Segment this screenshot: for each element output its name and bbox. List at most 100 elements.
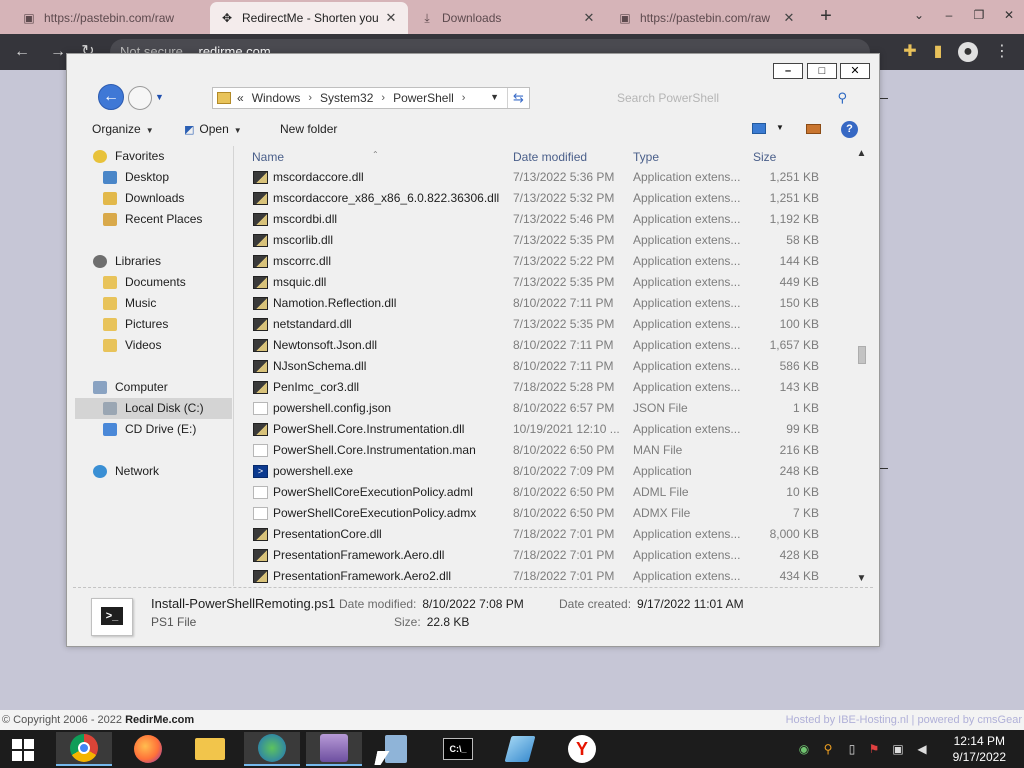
column-date-modified[interactable]: Date modified: [513, 150, 587, 164]
close-tab-icon[interactable]: ✕: [384, 10, 398, 26]
breadcrumb-system32[interactable]: System32: [320, 91, 373, 105]
file-row[interactable]: > powershell.exe 8/10/2022 7:09 PM Applicat…: [234, 461, 854, 482]
network-taskbar-button[interactable]: [244, 732, 300, 766]
file-row[interactable]: powershell.config.json 8/10/2022 6:57 PM J…: [234, 398, 854, 419]
address-history-dropdown[interactable]: ▼: [490, 92, 499, 102]
chevron-right-icon[interactable]: ›: [462, 92, 466, 104]
windows-start-icon[interactable]: [12, 739, 34, 761]
file-row[interactable]: PenImc_cor3.dll 7/18/2022 5:28 PM Applicat…: [234, 377, 854, 398]
column-name[interactable]: Name: [252, 150, 284, 164]
browser-minimize-button[interactable]: –: [934, 0, 964, 30]
nav-item-local-disk-c[interactable]: Local Disk (C:): [75, 398, 232, 419]
extensions-icon[interactable]: ✚: [900, 42, 920, 62]
breadcrumb-windows[interactable]: Windows: [252, 91, 301, 105]
file-row[interactable]: netstandard.dll 7/13/2022 5:35 PM Applicat…: [234, 314, 854, 335]
scroll-up-icon[interactable]: ▲: [853, 148, 870, 159]
browser-tab-pastebin-1[interactable]: ▣ https://pastebin.com/raw: [12, 2, 208, 34]
chevron-down-icon[interactable]: ▼: [776, 123, 784, 132]
hosted-by-link[interactable]: Hosted by IBE-Hosting.nl: [786, 714, 909, 726]
chrome-taskbar-button[interactable]: [56, 732, 112, 766]
file-row[interactable]: PowerShell.Core.Instrumentation.man 8/10/…: [234, 440, 854, 461]
command-prompt-taskbar-button[interactable]: C:\_: [430, 732, 486, 766]
column-type[interactable]: Type: [633, 150, 659, 164]
copyright-brand[interactable]: RedirMe.com: [125, 714, 194, 726]
forward-icon[interactable]: →: [48, 42, 68, 62]
breadcrumb-overflow[interactable]: «: [237, 91, 244, 105]
nav-item-libraries[interactable]: Libraries: [75, 251, 232, 272]
file-row[interactable]: mscorrc.dll 7/13/2022 5:22 PM Application …: [234, 251, 854, 272]
file-explorer-taskbar-button[interactable]: [182, 732, 238, 766]
scrollbar-thumb[interactable]: [858, 346, 866, 364]
file-row[interactable]: mscordbi.dll 7/13/2022 5:46 PM Application…: [234, 209, 854, 230]
file-explorer-window: – □ ✕ ← ▼ « Windows › System32 › PowerSh…: [66, 53, 880, 647]
flag-tray-icon[interactable]: ⚑: [866, 741, 882, 757]
nav-item-downloads[interactable]: Downloads: [75, 188, 232, 209]
file-row[interactable]: PresentationFramework.Aero.dll 7/18/2022 …: [234, 545, 854, 566]
file-row[interactable]: mscordaccore_x86_x86_6.0.822.36306.dll 7/…: [234, 188, 854, 209]
back-icon[interactable]: ←: [12, 42, 32, 62]
column-size[interactable]: Size: [753, 150, 776, 164]
browser-close-button[interactable]: ✕: [994, 0, 1024, 30]
profile-avatar-icon[interactable]: ●: [958, 42, 978, 62]
volume-icon[interactable]: ◀: [914, 741, 930, 757]
maximize-button[interactable]: □: [807, 63, 837, 79]
tab-search-icon[interactable]: ⌄: [904, 0, 934, 30]
powered-by-link[interactable]: powered by cmsGear: [917, 714, 1022, 726]
file-row[interactable]: mscorlib.dll 7/13/2022 5:35 PM Application…: [234, 230, 854, 251]
close-button[interactable]: ✕: [840, 63, 870, 79]
nav-item-cd-drive-e[interactable]: CD Drive (E:): [75, 419, 232, 440]
close-tab-icon[interactable]: ✕: [582, 10, 596, 26]
address-breadcrumb[interactable]: « Windows › System32 › PowerShell › ▼ ⇆: [212, 87, 530, 109]
file-row[interactable]: NJsonSchema.dll 8/10/2022 7:11 PM Applicat…: [234, 356, 854, 377]
browser-tab-downloads[interactable]: ⤓ Downloads ✕: [410, 2, 606, 34]
refresh-icon[interactable]: ⇆: [507, 88, 529, 108]
nav-item-recent-places[interactable]: Recent Places: [75, 209, 232, 230]
clock[interactable]: 12:14 PM 9/17/2022: [953, 733, 1006, 765]
file-row[interactable]: PowerShell.Core.Instrumentation.dll 10/19…: [234, 419, 854, 440]
nav-item-documents[interactable]: Documents: [75, 272, 232, 293]
search-input[interactable]: Search PowerShell ⚲: [609, 87, 849, 109]
screen-tray-icon[interactable]: ▯: [844, 741, 860, 757]
search-tray-icon[interactable]: ⚲: [820, 741, 836, 757]
file-row[interactable]: PresentationFramework.Aero2.dll 7/18/2022…: [234, 566, 854, 586]
close-tab-icon[interactable]: ✕: [782, 10, 796, 26]
chevron-right-icon[interactable]: ›: [381, 92, 385, 104]
nav-item-network[interactable]: Network: [75, 461, 232, 482]
yandex-taskbar-button[interactable]: Y: [554, 732, 610, 766]
scroll-down-icon[interactable]: ▼: [853, 573, 870, 584]
firefox-taskbar-button[interactable]: [120, 732, 176, 766]
change-view-icon[interactable]: [752, 123, 766, 134]
nav-item-desktop[interactable]: Desktop: [75, 167, 232, 188]
minimize-button[interactable]: –: [773, 63, 803, 79]
nav-item-favorites[interactable]: Favorites: [75, 146, 232, 167]
vertical-scrollbar[interactable]: ▲ ▼: [853, 146, 870, 586]
nav-item-pictures[interactable]: Pictures: [75, 314, 232, 335]
preview-pane-icon[interactable]: [806, 124, 821, 134]
chevron-right-icon[interactable]: ›: [308, 92, 312, 104]
file-row[interactable]: msquic.dll 7/13/2022 5:35 PM Application e…: [234, 272, 854, 293]
side-panel-icon[interactable]: ▮: [928, 42, 948, 62]
new-tab-button[interactable]: +: [815, 6, 837, 28]
file-row[interactable]: Newtonsoft.Json.dll 8/10/2022 7:11 PM Appl…: [234, 335, 854, 356]
nav-item-videos[interactable]: Videos: [75, 335, 232, 356]
network-tray-icon[interactable]: ◉: [796, 741, 812, 757]
breadcrumb-powershell[interactable]: PowerShell: [393, 91, 454, 105]
file-row[interactable]: PowerShellCoreExecutionPolicy.adml 8/10/2…: [234, 482, 854, 503]
file-row[interactable]: Namotion.Reflection.dll 8/10/2022 7:11 PM…: [234, 293, 854, 314]
search-icon[interactable]: ⚲: [837, 87, 847, 109]
new-folder-button[interactable]: New folder: [280, 122, 337, 136]
nav-item-music[interactable]: Music: [75, 293, 232, 314]
date-created-value: 9/17/2022 11:01 AM: [637, 597, 744, 611]
menu-dots-icon[interactable]: ⋮: [992, 42, 1012, 62]
browser-restore-button[interactable]: ❐: [964, 0, 994, 30]
file-row[interactable]: PowerShellCoreExecutionPolicy.admx 8/10/2…: [234, 503, 854, 524]
browser-tab-redirectme[interactable]: ✥ RedirectMe - Shorten your ✕: [210, 2, 408, 34]
file-row[interactable]: PresentationCore.dll 7/18/2022 7:01 PM App…: [234, 524, 854, 545]
notepad-taskbar-button[interactable]: [492, 732, 548, 766]
archive-taskbar-button[interactable]: [306, 732, 362, 766]
help-icon[interactable]: ?: [841, 121, 858, 138]
nav-item-computer[interactable]: Computer: [75, 377, 232, 398]
browser-tab-pastebin-2[interactable]: ▣ https://pastebin.com/raw ✕: [608, 2, 806, 34]
file-row[interactable]: mscordaccore.dll 7/13/2022 5:36 PM Applica…: [234, 167, 854, 188]
network-status-icon[interactable]: ▣: [890, 741, 906, 757]
